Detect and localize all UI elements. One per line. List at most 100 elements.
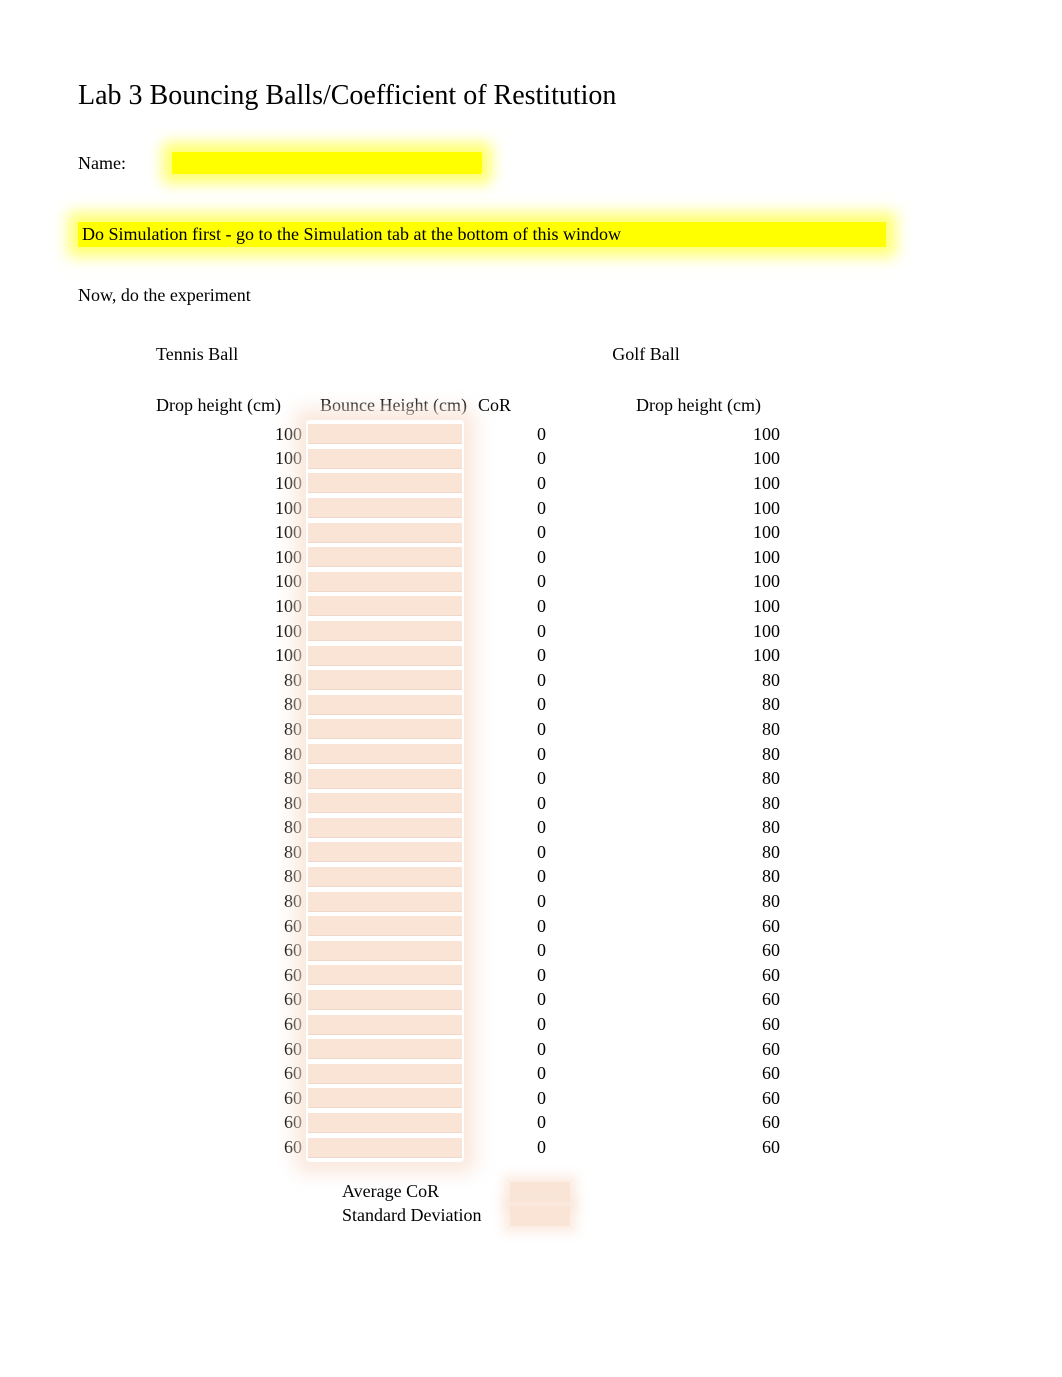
table-row: 1000100 — [78, 619, 984, 644]
table-row: 60060 — [78, 1086, 984, 1111]
bounce-height-cell[interactable] — [308, 842, 462, 862]
drop-height-2-cell: 80 — [634, 793, 786, 814]
table-headers: Drop height (cm) Bounce Height (cm) CoR … — [78, 395, 984, 416]
table-row: 1000100 — [78, 520, 984, 545]
table-row: 80080 — [78, 816, 984, 841]
bounce-height-cell[interactable] — [308, 449, 462, 469]
bounce-height-cell[interactable] — [308, 670, 462, 690]
drop-height-1-cell: 100 — [78, 596, 308, 617]
bounce-height-cell[interactable] — [308, 818, 462, 838]
table-row: 60060 — [78, 938, 984, 963]
std-dev-cell[interactable] — [510, 1206, 570, 1226]
bounce-height-cell[interactable] — [308, 621, 462, 641]
subheading: Now, do the experiment — [78, 285, 984, 306]
drop-height-1-cell: 80 — [78, 744, 308, 765]
cor-cell: 0 — [462, 1039, 562, 1060]
cor-cell: 0 — [462, 571, 562, 592]
drop-height-2-cell: 60 — [634, 1112, 786, 1133]
table-row: 60060 — [78, 1135, 984, 1160]
average-cor-cell[interactable] — [510, 1182, 570, 1202]
instruction-text: Do Simulation first - go to the Simulati… — [78, 222, 886, 247]
drop-height-2-cell: 80 — [634, 670, 786, 691]
cor-cell: 0 — [462, 842, 562, 863]
page: Lab 3 Bouncing Balls/Coefficient of Rest… — [0, 0, 1062, 1268]
table-row: 1000100 — [78, 545, 984, 570]
cor-cell: 0 — [462, 989, 562, 1010]
drop-height-2-cell: 80 — [634, 842, 786, 863]
bounce-height-cell[interactable] — [308, 1088, 462, 1108]
bounce-height-cell[interactable] — [308, 892, 462, 912]
drop-height-1-cell: 100 — [78, 571, 308, 592]
summary-std-row: Standard Deviation — [78, 1204, 984, 1228]
table-row: 80 0 80 — [78, 840, 984, 865]
bounce-height-cell[interactable] — [308, 965, 462, 985]
bounce-height-cell[interactable] — [308, 990, 462, 1010]
cor-cell: 0 — [462, 940, 562, 961]
bounce-height-cell[interactable] — [308, 498, 462, 518]
bounce-height-cell[interactable] — [308, 769, 462, 789]
bounce-height-cell[interactable] — [308, 596, 462, 616]
drop-height-2-cell: 60 — [634, 1063, 786, 1084]
drop-height-2-cell: 100 — [634, 596, 786, 617]
table-row: 80080 — [78, 766, 984, 791]
table-row: 100 0 100 — [78, 594, 984, 619]
cor-cell: 0 — [462, 596, 562, 617]
table-row: 80080 — [78, 791, 984, 816]
header-drop-height-1: Drop height (cm) — [78, 395, 308, 416]
bounce-height-cell[interactable] — [308, 744, 462, 764]
bounce-height-cell[interactable] — [308, 867, 462, 887]
drop-height-1-cell: 80 — [78, 768, 308, 789]
bounce-height-cell[interactable] — [308, 547, 462, 567]
drop-height-2-cell: 60 — [634, 1039, 786, 1060]
drop-height-2-cell: 80 — [634, 719, 786, 740]
drop-height-2-cell: 100 — [634, 571, 786, 592]
bounce-height-cell[interactable] — [308, 719, 462, 739]
drop-height-1-cell: 80 — [78, 694, 308, 715]
drop-height-2-cell: 60 — [634, 989, 786, 1010]
cor-cell: 0 — [462, 1014, 562, 1035]
page-title: Lab 3 Bouncing Balls/Coefficient of Rest… — [78, 80, 984, 112]
cor-cell: 0 — [462, 670, 562, 691]
header-cor: CoR — [478, 395, 574, 416]
bounce-height-cell[interactable] — [308, 1064, 462, 1084]
drop-height-2-cell: 80 — [634, 768, 786, 789]
bounce-height-cell[interactable] — [308, 473, 462, 493]
average-cor-label: Average CoR — [78, 1181, 498, 1202]
table-row: 60060 — [78, 1037, 984, 1062]
table-row: 1000100 — [78, 447, 984, 472]
drop-height-1-cell: 60 — [78, 916, 308, 937]
drop-height-2-cell: 80 — [634, 744, 786, 765]
drop-height-1-cell: 80 — [78, 817, 308, 838]
bounce-height-cell[interactable] — [308, 941, 462, 961]
drop-height-2-cell: 100 — [634, 473, 786, 494]
header-bounce-height: Bounce Height (cm) — [308, 395, 478, 416]
drop-height-2-cell: 60 — [634, 916, 786, 937]
bounce-height-cell[interactable] — [308, 1039, 462, 1059]
bounce-height-cell[interactable] — [308, 793, 462, 813]
bounce-height-cell[interactable] — [308, 1113, 462, 1133]
drop-height-1-cell: 60 — [78, 989, 308, 1010]
name-input[interactable] — [172, 152, 482, 174]
cor-cell: 0 — [462, 744, 562, 765]
cor-cell: 0 — [462, 645, 562, 666]
cor-cell: 0 — [462, 719, 562, 740]
bounce-height-cell[interactable] — [308, 572, 462, 592]
ball-labels-row: Tennis Ball Golf Ball — [78, 344, 984, 365]
cor-cell: 0 — [462, 916, 562, 937]
bounce-height-cell[interactable] — [308, 916, 462, 936]
table-row: 80080 — [78, 889, 984, 914]
drop-height-1-cell: 80 — [78, 891, 308, 912]
bounce-height-cell[interactable] — [308, 424, 462, 444]
header-drop-height-2: Drop height (cm) — [636, 395, 796, 416]
bounce-height-cell[interactable] — [308, 1015, 462, 1035]
drop-height-2-cell: 80 — [634, 866, 786, 887]
summary: Average CoR Standard Deviation — [78, 1180, 984, 1228]
table-row: 60060 — [78, 963, 984, 988]
bounce-height-cell[interactable] — [308, 646, 462, 666]
bounce-height-cell[interactable] — [308, 1138, 462, 1158]
bounce-height-cell[interactable] — [308, 523, 462, 543]
drop-height-1-cell: 80 — [78, 866, 308, 887]
cor-cell: 0 — [462, 1112, 562, 1133]
bounce-height-cell[interactable] — [308, 695, 462, 715]
drop-height-1-cell: 80 — [78, 842, 308, 863]
